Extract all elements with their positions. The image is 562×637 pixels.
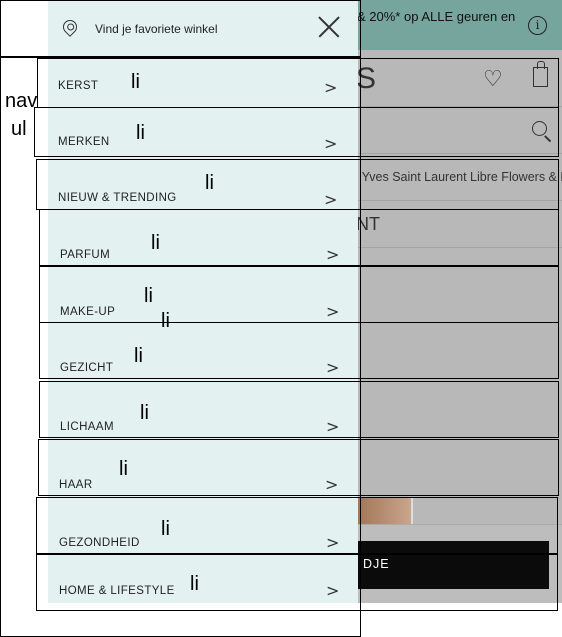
menu-item-label: GEZONDHEID — [59, 537, 140, 549]
li-annotation: li — [140, 402, 149, 424]
chevron-right-icon: > — [326, 581, 340, 600]
chevron-right-icon: > — [324, 134, 338, 153]
menu-item-label: HAAR — [59, 479, 93, 491]
menu-item-make-up[interactable]: MAKE-UP li > — [39, 266, 559, 323]
li-annotation: li — [151, 232, 160, 254]
menu-item-label: KERST — [58, 80, 99, 92]
menu-item-label: LICHAAM — [60, 421, 114, 433]
li-annotation: li — [119, 458, 128, 480]
li-annotation: li — [136, 122, 145, 144]
menu-item-label: GEZICHT — [60, 362, 114, 374]
menu-item-label: MAKE-UP — [60, 306, 116, 318]
promo-text: & 20%* op ALLE geuren en — [357, 9, 516, 24]
menu-item-merken[interactable]: MERKEN li > — [34, 107, 559, 157]
menu-item-label: HOME & LIFESTYLE — [59, 585, 175, 597]
chevron-right-icon: > — [326, 358, 340, 377]
menu-item-home-lifestyle[interactable]: HOME & LIFESTYLE li > — [36, 554, 558, 611]
menu-item-label: NIEUW & TRENDING — [58, 192, 177, 204]
chevron-right-icon: > — [324, 78, 338, 97]
li-annotation: li — [144, 285, 153, 307]
li-annotation: li — [134, 345, 143, 367]
menu-item-kerst[interactable]: KERST li > — [37, 58, 559, 108]
ul-annotation: ul — [11, 118, 27, 140]
store-finder-link[interactable]: Vind je favoriete winkel — [95, 22, 218, 36]
menu-item-lichaam[interactable]: LICHAAM li > — [39, 381, 559, 438]
menu-item-gezondheid[interactable]: GEZONDHEID li > — [36, 497, 558, 554]
chevron-right-icon: > — [326, 417, 340, 436]
menu-item-nieuw-trending[interactable]: NIEUW & TRENDING li > — [36, 159, 559, 210]
menu-item-parfum[interactable]: PARFUM li > — [39, 209, 559, 266]
info-icon[interactable]: i — [528, 16, 547, 35]
chevron-right-icon: > — [324, 190, 338, 209]
li-annotation: li — [131, 71, 140, 93]
chevron-right-icon: > — [325, 475, 339, 494]
chevron-right-icon: > — [326, 245, 340, 264]
menu-item-label: PARFUM — [60, 249, 111, 261]
li-annotation: li — [205, 172, 214, 194]
chevron-right-icon: > — [326, 302, 340, 321]
nav-annotation: nav — [5, 90, 38, 112]
chevron-right-icon: > — [326, 533, 340, 552]
li-annotation: li — [190, 573, 199, 595]
close-icon[interactable] — [318, 16, 340, 38]
menu-item-gezicht[interactable]: GEZICHT li > — [39, 322, 559, 379]
menu-item-label: MERKEN — [58, 136, 110, 148]
menu-item-haar[interactable]: HAAR li > — [38, 439, 559, 496]
li-annotation: li — [161, 518, 170, 540]
